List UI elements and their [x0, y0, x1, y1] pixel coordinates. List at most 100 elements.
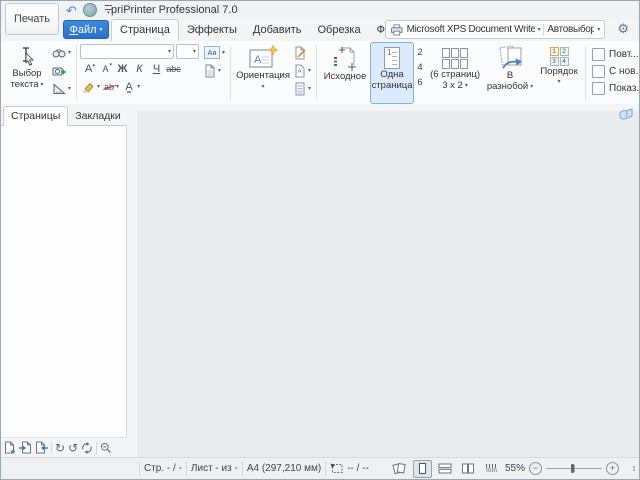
find-button[interactable]: ▾: [50, 44, 73, 61]
page-count-column: 2 4 6: [414, 42, 426, 104]
file-menu-button[interactable]: Файл ▾: [63, 20, 109, 39]
divider: [139, 462, 140, 476]
page-style-button[interactable]: А ▾: [292, 62, 313, 79]
snapshot-button[interactable]: [50, 62, 73, 79]
view-mode-actual-size[interactable]: mm: [482, 460, 501, 478]
ribbon-group-font: ▾ ▾ А ▴ А ▾ Ж К: [79, 42, 228, 104]
italic-button[interactable]: К: [131, 61, 148, 77]
paper-mode-dropdown-icon[interactable]: ▾: [597, 27, 600, 33]
highlight-button[interactable]: ▾: [80, 78, 102, 95]
bold-button[interactable]: Ж: [114, 61, 131, 77]
tab-insert[interactable]: Добавить: [245, 20, 310, 41]
ribbon-group-select-text: Выбор текста ▾ ▾: [3, 42, 74, 104]
strikethrough-button[interactable]: abc: [165, 61, 182, 77]
checkbox[interactable]: [592, 65, 605, 78]
view-mode-continuous[interactable]: [436, 460, 455, 478]
status-sheet[interactable]: Лист - из -: [191, 463, 238, 474]
zoom-out-thumbnails-button[interactable]: [100, 442, 112, 454]
zoom-in-button[interactable]: +: [606, 462, 619, 475]
ribbon-group-options: Повт... С нов... Показ...: [588, 42, 639, 104]
checkbox[interactable]: [592, 48, 605, 61]
ribbon-group-orientation: A Ориентация ▾: [233, 42, 314, 104]
zoom-slider[interactable]: [546, 462, 602, 475]
font-size-combo[interactable]: ▾: [176, 44, 199, 59]
add-page-button[interactable]: [4, 441, 16, 454]
document-canvas[interactable]: [137, 111, 639, 457]
chevron-down-icon: ▾: [193, 49, 196, 55]
quick-access-tool-icon[interactable]: [83, 3, 97, 17]
settings-gear-icon[interactable]: ⚙: [617, 22, 629, 36]
original-layout-button[interactable]: Исходное: [320, 42, 370, 104]
chevron-down-icon: ▾: [68, 86, 71, 92]
font-name-combo[interactable]: ▾: [80, 44, 174, 59]
view-mode-print-preview[interactable]: [390, 460, 409, 478]
undo-icon[interactable]: ↶: [66, 4, 77, 17]
selection-tool-icon[interactable]: [330, 463, 343, 474]
count-6-button[interactable]: 6: [414, 76, 426, 91]
order-cell-3: 3: [550, 57, 559, 66]
status-page[interactable]: Стр. - / -: [144, 463, 182, 474]
chevron-down-icon: ▾: [137, 84, 140, 90]
slider-thumb[interactable]: [571, 464, 574, 473]
underline-button[interactable]: Ч: [148, 61, 165, 77]
zoom-out-button[interactable]: −: [529, 462, 542, 475]
show-option[interactable]: Показ...: [592, 81, 639, 96]
tab-crop[interactable]: Обрезка: [310, 20, 369, 41]
order-grid-icon: 1 2 3 4: [550, 47, 569, 66]
measure-button[interactable]: ▾: [50, 80, 73, 97]
new-sheet-option[interactable]: С нов...: [592, 64, 639, 79]
printer-selector[interactable]: Microsoft XPS Document Writer ▾ Автовыбо…: [385, 20, 605, 39]
bars-icon: [105, 5, 112, 10]
rotate-cw-button[interactable]: ↻: [55, 442, 65, 454]
two-pages-icon: [461, 462, 475, 475]
view-mode-facing-pages[interactable]: [459, 460, 478, 478]
text-style-button[interactable]: Ая ▾: [202, 44, 227, 61]
page-curl-icon[interactable]: [619, 108, 633, 120]
one-page-button[interactable]: 1 Одна страница: [370, 42, 414, 104]
text-style-column: Ая ▾ ▾: [202, 42, 227, 104]
pages-panel[interactable]: [1, 125, 127, 438]
count-2-button[interactable]: 2: [414, 46, 426, 61]
status-paper-size[interactable]: A4 (297,210 мм): [247, 463, 321, 474]
divider: [51, 442, 52, 454]
resize-grip[interactable]: [625, 466, 635, 471]
view-mode-single-page[interactable]: [413, 460, 432, 478]
select-text-label-1: Выбор: [12, 69, 41, 80]
customize-quick-access-icon[interactable]: ▾: [105, 5, 112, 16]
sidebar-tab-pages[interactable]: Страницы: [3, 106, 68, 126]
redline-button[interactable]: ab ▾: [102, 78, 121, 95]
chevron-down-icon: ▾: [68, 50, 71, 56]
order-button[interactable]: 1 2 3 4 Порядок ▾: [536, 42, 582, 104]
sidebar-tab-bookmarks[interactable]: Закладки: [68, 107, 127, 126]
ruler-mm-icon: mm: [486, 464, 497, 474]
order-cell-4: 4: [560, 57, 569, 66]
insert-page-after-button[interactable]: [35, 441, 48, 454]
tab-effects[interactable]: Эффекты: [179, 20, 245, 41]
status-bar: Стр. - / - Лист - из - A4 (297,210 мм) -…: [1, 457, 639, 479]
font-color-button[interactable]: А ▾: [121, 78, 142, 95]
chevron-down-icon: ▾: [558, 79, 561, 85]
printer-dropdown-icon[interactable]: ▾: [538, 27, 541, 33]
shrink-font-button[interactable]: А ▾: [97, 61, 114, 77]
chevron-down-icon: ▾: [97, 84, 100, 90]
chevron-down-icon: ▾: [168, 49, 171, 55]
sidebar-toolbar: ↻ ↺: [1, 438, 127, 457]
checkbox[interactable]: [592, 82, 605, 95]
repeat-option[interactable]: Повт...: [592, 47, 639, 62]
count-4-button[interactable]: 4: [414, 61, 426, 76]
quick-print-button[interactable]: Печать: [5, 3, 59, 35]
page-text-button[interactable]: ▾: [202, 62, 227, 79]
edit-page-button[interactable]: [292, 44, 313, 61]
shrink-font-label: А: [103, 64, 109, 74]
insert-page-before-button[interactable]: [19, 441, 32, 454]
orientation-button[interactable]: A Ориентация ▾: [234, 42, 292, 104]
shuffle-button[interactable]: В разнобой ▾: [484, 42, 536, 104]
tab-page[interactable]: Страница: [111, 19, 179, 41]
rotate-ccw-button[interactable]: ↺: [68, 442, 78, 454]
grow-font-button[interactable]: А ▴: [80, 61, 97, 77]
rotate-180-button[interactable]: [81, 442, 93, 454]
six-pages-button[interactable]: (6 страниц) 3 x 2 ▾: [426, 42, 484, 104]
zoom-percent[interactable]: 55%: [505, 463, 525, 474]
select-text-button[interactable]: Выбор текста ▾: [4, 42, 50, 104]
page-lines-button[interactable]: ▾: [292, 80, 313, 97]
